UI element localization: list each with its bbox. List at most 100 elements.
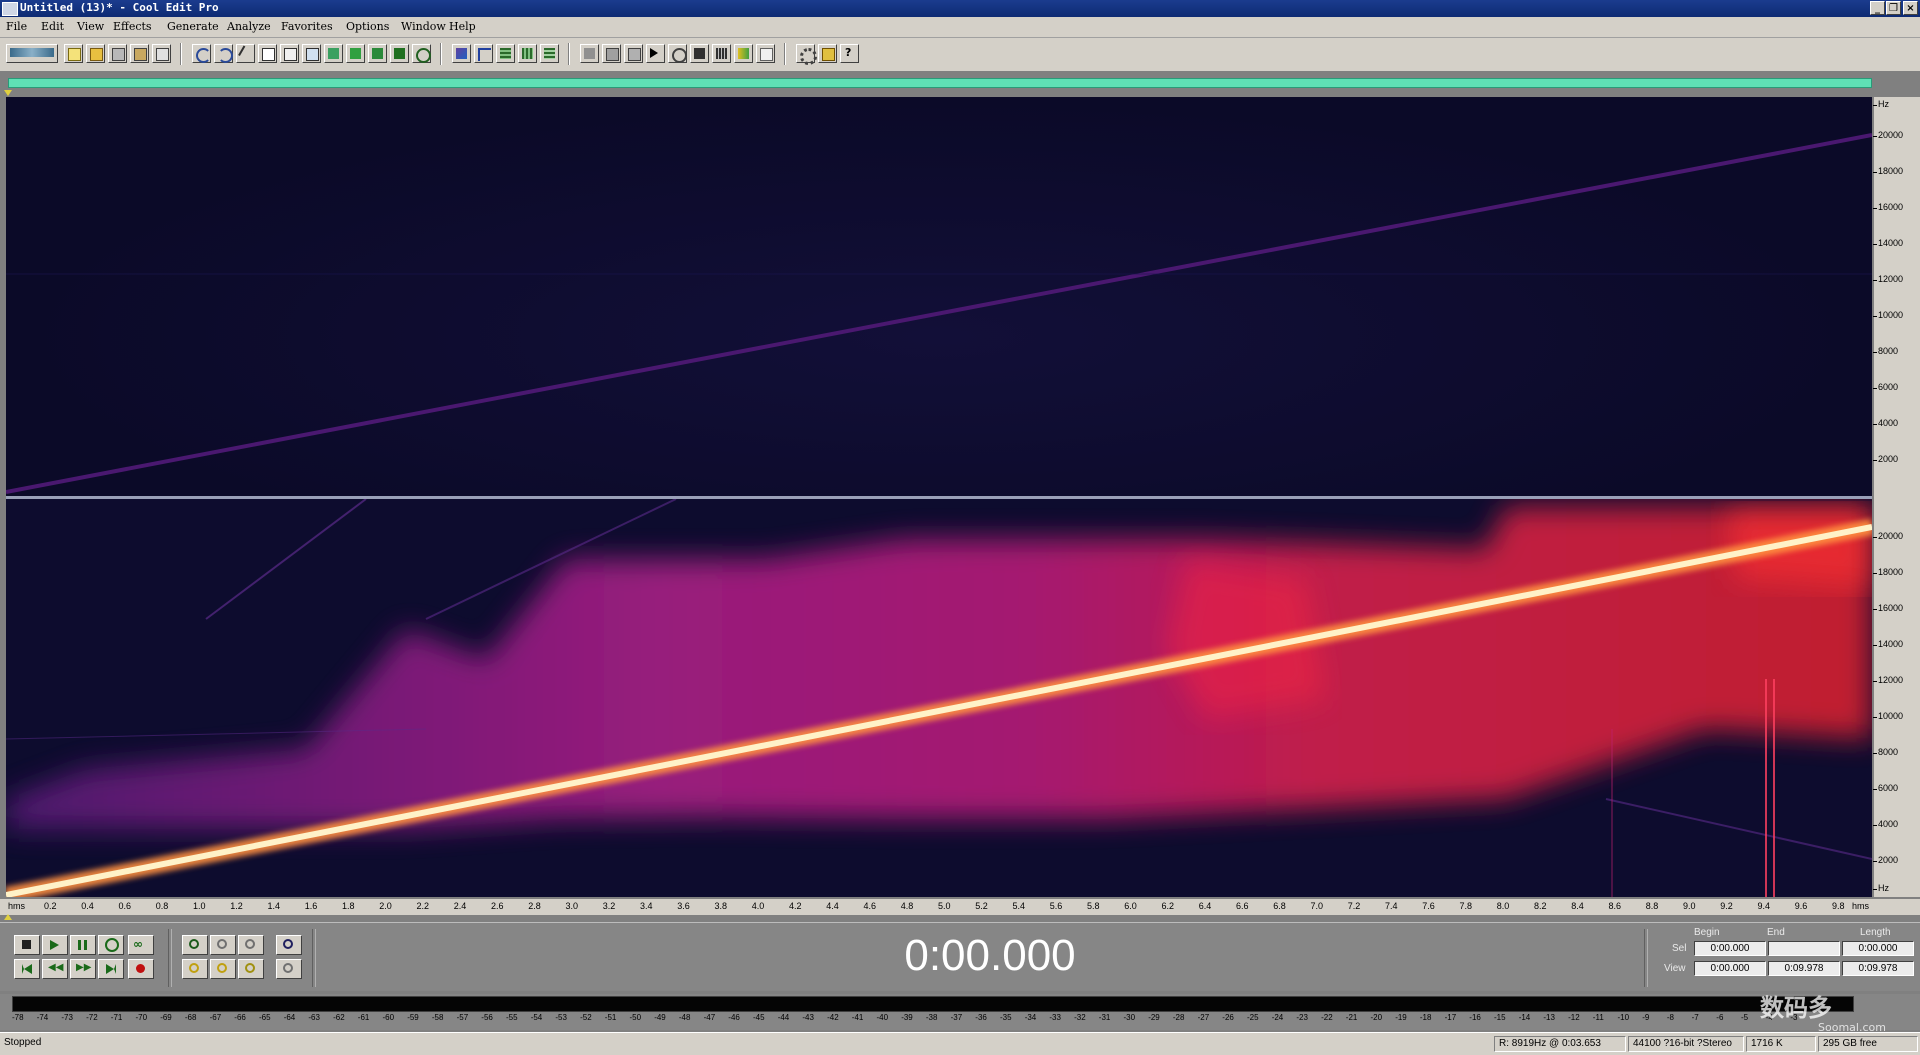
minimize-button[interactable]: _ [1870,1,1885,15]
transport-separator [312,929,316,987]
channel-right[interactable] [6,499,1872,897]
db-scale-label: -53 [555,1013,567,1022]
sel-end-field[interactable] [1768,941,1840,956]
save-button[interactable] [108,44,127,63]
trim-button[interactable] [324,44,343,63]
time-tick-label: 4.2 [789,901,802,911]
help-button[interactable]: ? [840,44,859,63]
time-tick-label: 1.6 [304,901,318,911]
time-ruler[interactable]: hms 0.2 0.4 0.6 0.8 1.0 1.2 1.4 1.6 1.8 2.0 2.2 2.4… [0,898,1920,915]
hz-label: 16000 [1872,603,1904,613]
batch-button[interactable] [690,44,709,63]
zoom-to-right-button[interactable] [210,959,236,979]
zoom-loop-button[interactable] [412,44,431,63]
channel-button[interactable] [580,44,599,63]
zoom-selection-button[interactable] [238,959,264,979]
menu-file[interactable]: File [6,20,27,33]
menu-view[interactable]: View [77,20,104,33]
zoom-out-vertical-button[interactable] [276,959,302,979]
open-button[interactable] [86,44,105,63]
hz-label: 20000 [1872,531,1904,541]
settings-button[interactable] [796,44,817,65]
zoom-out-horizontal-button[interactable] [210,935,236,955]
pause-button[interactable] [70,935,96,955]
rewind-button[interactable]: ◀◀ [42,959,68,979]
frequency-analysis-button[interactable] [646,44,665,63]
cut-button[interactable] [236,44,255,63]
level-meter[interactable]: -78 -74 -73 -72 -71 -70 -69 -68 -67 -66 -65 -64 -63 -… [0,994,1920,1030]
tone-icon [716,48,727,59]
cue-list-button[interactable] [518,44,537,63]
view-end-field[interactable]: 0:09.978 [1768,961,1840,976]
blank-button[interactable] [756,44,775,63]
waveform-view-button[interactable] [452,44,471,63]
zoom-to-left-icon [189,963,199,973]
spectral-pitch-button[interactable] [496,44,515,63]
sel-begin-field[interactable]: 0:00.000 [1694,941,1766,956]
play-list-button[interactable] [540,44,559,63]
spectral-view-button[interactable] [474,44,493,63]
status-bar: Stopped R: 8919Hz @ 0:03.653 44100 ?16-b… [0,1032,1920,1055]
go-to-start-button[interactable] [14,959,40,979]
mix-paste-button[interactable] [302,44,321,63]
menu-edit[interactable]: Edit [41,20,64,33]
mark-button[interactable] [346,44,365,63]
view-label: View [1664,963,1686,974]
record-button[interactable] [128,959,154,979]
redo-button[interactable] [214,44,233,63]
overview-bar[interactable] [8,78,1872,88]
menu-favorites[interactable]: Favorites [281,20,333,33]
menu-options[interactable]: Options [346,20,389,33]
menu-analyze[interactable]: Analyze [227,20,271,33]
start-marker-icon[interactable] [4,90,12,96]
frequency-ruler[interactable]: Hz 20000 18000 16000 14000 12000 10000 8… [1872,97,1920,897]
snap-button[interactable] [368,44,387,63]
loop-play-icon: ∞ [133,937,143,951]
app-icon[interactable] [2,2,18,16]
selection-panel: Begin End Length Sel 0:00.000 0:00.000 V… [1654,927,1920,989]
menu-effects[interactable]: Effects [113,20,152,33]
menu-generate[interactable]: Generate [167,20,219,33]
go-to-end-button[interactable] [98,959,124,979]
play-to-end-icon [105,938,119,952]
zoom-to-left-button[interactable] [182,959,208,979]
view-begin-field[interactable]: 0:00.000 [1694,961,1766,976]
hz-label: 6000 [1872,783,1899,793]
time-tick-label: 3.4 [640,901,653,911]
copy-button[interactable] [258,44,277,63]
save-as-button[interactable] [130,44,149,63]
fast-forward-button[interactable]: ▶▶ [70,959,96,979]
multitrack-toggle-button[interactable] [6,44,58,63]
zoom-in-vertical-button[interactable] [276,935,302,955]
db-scale-label: -63 [308,1013,320,1022]
loop-button[interactable] [390,44,409,63]
spectral-display[interactable] [6,97,1872,897]
new-button[interactable] [64,44,83,63]
tone-button[interactable] [712,44,731,63]
zoom-in-horizontal-button[interactable] [182,935,208,955]
stop-button[interactable] [14,935,40,955]
view-length-field[interactable]: 0:09.978 [1842,961,1914,976]
db-scale-label: -48 [678,1013,691,1022]
sel-length-field[interactable]: 0:00.000 [1842,941,1914,956]
favorites-button[interactable] [818,44,837,63]
playhead-marker-icon[interactable] [4,914,12,920]
time-tick-label: 1.0 [193,901,206,911]
phase-button[interactable] [602,44,621,63]
close-file-button[interactable] [152,44,171,63]
play-button[interactable] [42,935,68,955]
close-button[interactable]: × [1903,1,1918,15]
noise-button[interactable] [734,44,753,63]
channel-left[interactable] [6,97,1872,496]
menu-window[interactable]: Window [401,20,446,33]
zoom-full-button[interactable] [238,935,264,955]
loop-play-button[interactable]: ∞ [128,935,154,955]
undo-button[interactable] [192,44,211,63]
paste-button[interactable] [280,44,299,63]
play-to-end-button[interactable] [98,935,124,955]
time-tick-label: 8.0 [1496,901,1510,911]
statistics-button[interactable] [668,44,687,63]
pan-button[interactable] [624,44,643,63]
restore-button[interactable]: ❐ [1886,1,1901,15]
menu-help[interactable]: Help [449,20,476,33]
